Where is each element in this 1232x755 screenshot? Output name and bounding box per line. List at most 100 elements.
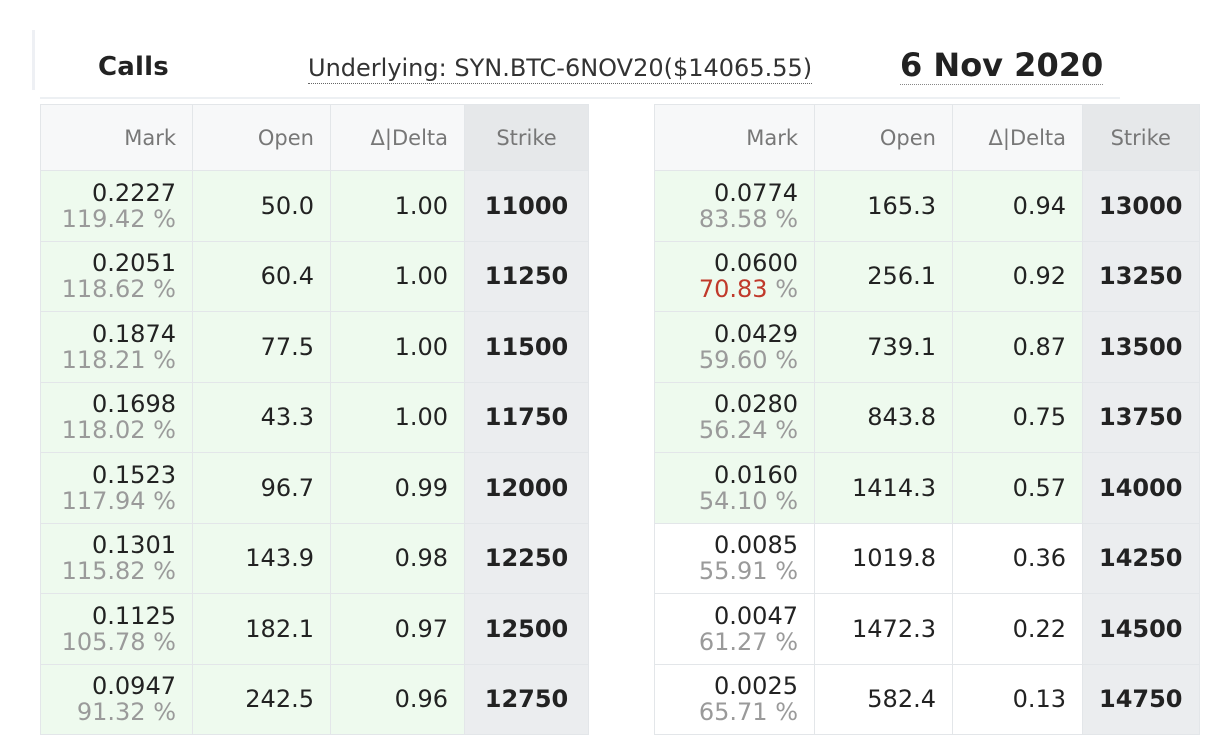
delta-cell[interactable]: 0.98 xyxy=(330,522,465,594)
mark-cell[interactable]: 0.0160 54.10 % xyxy=(654,452,815,524)
strike-cell[interactable]: 14500 xyxy=(1082,593,1200,665)
implied-volatility: 117.94 % xyxy=(61,486,176,515)
column-header-open[interactable]: Open xyxy=(814,104,953,171)
delta-cell[interactable]: 0.97 xyxy=(330,593,465,665)
delta-cell[interactable]: 0.96 xyxy=(330,663,465,735)
delta-cell[interactable]: 1.00 xyxy=(330,311,465,383)
mark-cell[interactable]: 0.0600 70.83 % xyxy=(654,240,815,312)
delta-cell[interactable]: 0.75 xyxy=(952,381,1083,453)
open-interest-cell[interactable]: 43.3 xyxy=(192,381,331,453)
open-interest-cell[interactable]: 582.4 xyxy=(814,663,953,735)
delta-cell[interactable]: 0.13 xyxy=(952,663,1083,735)
open-interest-cell[interactable]: 1414.3 xyxy=(814,452,953,524)
table-row[interactable]: 0.0947 91.32 % 242.5 0.96 12750 xyxy=(40,663,589,735)
mark-cell[interactable]: 0.0085 55.91 % xyxy=(654,522,815,594)
mark-cell[interactable]: 0.0280 56.24 % xyxy=(654,381,815,453)
table-row[interactable]: 0.0774 83.58 % 165.3 0.94 13000 xyxy=(654,170,1200,242)
open-interest-cell[interactable]: 50.0 xyxy=(192,170,331,242)
column-header-strike[interactable]: Strike xyxy=(1082,104,1200,171)
mark-price: 0.0025 xyxy=(714,672,798,701)
open-interest-cell[interactable]: 60.4 xyxy=(192,240,331,312)
mark-cell[interactable]: 0.1301 115.82 % xyxy=(40,522,193,594)
column-header-mark[interactable]: Mark xyxy=(654,104,815,171)
strike-cell[interactable]: 12000 xyxy=(464,452,589,524)
table-row[interactable]: 0.2227 119.42 % 50.0 1.00 11000 xyxy=(40,170,589,242)
delta-cell[interactable]: 0.92 xyxy=(952,240,1083,312)
table-row[interactable]: 0.0160 54.10 % 1414.3 0.57 14000 xyxy=(654,452,1200,524)
strike-cell[interactable]: 12500 xyxy=(464,593,589,665)
table-row[interactable]: 0.2051 118.62 % 60.4 1.00 11250 xyxy=(40,240,589,312)
strike-cell[interactable]: 12250 xyxy=(464,522,589,594)
strike-cell[interactable]: 11750 xyxy=(464,381,589,453)
open-interest-cell[interactable]: 143.9 xyxy=(192,522,331,594)
open-interest-cell[interactable]: 77.5 xyxy=(192,311,331,383)
mark-cell[interactable]: 0.1523 117.94 % xyxy=(40,452,193,524)
delta-cell[interactable]: 1.00 xyxy=(330,170,465,242)
column-header-mark[interactable]: Mark xyxy=(40,104,193,171)
mark-cell[interactable]: 0.0047 61.27 % xyxy=(654,593,815,665)
table-row[interactable]: 0.0600 70.83 % 256.1 0.92 13250 xyxy=(654,240,1200,312)
table-header-row: Mark Open Δ|Delta Strike xyxy=(654,104,1200,171)
table-row[interactable]: 0.0047 61.27 % 1472.3 0.22 14500 xyxy=(654,593,1200,665)
open-interest-cell[interactable]: 256.1 xyxy=(814,240,953,312)
strike-cell[interactable]: 13500 xyxy=(1082,311,1200,383)
table-row[interactable]: 0.1874 118.21 % 77.5 1.00 11500 xyxy=(40,311,589,383)
delta-cell[interactable]: 0.36 xyxy=(952,522,1083,594)
mark-cell[interactable]: 0.2227 119.42 % xyxy=(40,170,193,242)
column-header-delta[interactable]: Δ|Delta xyxy=(330,104,465,171)
strike-cell[interactable]: 11000 xyxy=(464,170,589,242)
strike-cell[interactable]: 13250 xyxy=(1082,240,1200,312)
open-interest-cell[interactable]: 96.7 xyxy=(192,452,331,524)
strike-cell[interactable]: 11500 xyxy=(464,311,589,383)
table-row[interactable]: 0.0025 65.71 % 582.4 0.13 14750 xyxy=(654,663,1200,735)
open-interest-cell[interactable]: 1472.3 xyxy=(814,593,953,665)
mark-cell[interactable]: 0.1874 118.21 % xyxy=(40,311,193,383)
delta-cell[interactable]: 0.87 xyxy=(952,311,1083,383)
table-row[interactable]: 0.0280 56.24 % 843.8 0.75 13750 xyxy=(654,381,1200,453)
table-row[interactable]: 0.1523 117.94 % 96.7 0.99 12000 xyxy=(40,452,589,524)
delta-cell[interactable]: 0.22 xyxy=(952,593,1083,665)
delta-cell[interactable]: 1.00 xyxy=(330,240,465,312)
delta-cell[interactable]: 0.99 xyxy=(330,452,465,524)
table-row[interactable]: 0.1698 118.02 % 43.3 1.00 11750 xyxy=(40,381,589,453)
table-row[interactable]: 0.1125 105.78 % 182.1 0.97 12500 xyxy=(40,593,589,665)
column-header-open[interactable]: Open xyxy=(192,104,331,171)
open-interest-cell[interactable]: 739.1 xyxy=(814,311,953,383)
strike-cell[interactable]: 14250 xyxy=(1082,522,1200,594)
delta-cell[interactable]: 0.57 xyxy=(952,452,1083,524)
open-interest-cell[interactable]: 242.5 xyxy=(192,663,331,735)
strike-cell[interactable]: 13000 xyxy=(1082,170,1200,242)
mark-cell[interactable]: 0.0774 83.58 % xyxy=(654,170,815,242)
table-row[interactable]: 0.0085 55.91 % 1019.8 0.36 14250 xyxy=(654,522,1200,594)
mark-cell[interactable]: 0.1125 105.78 % xyxy=(40,593,193,665)
strike-cell[interactable]: 13750 xyxy=(1082,381,1200,453)
implied-volatility: 91.32 % xyxy=(76,698,176,727)
mark-cell[interactable]: 0.2051 118.62 % xyxy=(40,240,193,312)
mark-cell[interactable]: 0.1698 118.02 % xyxy=(40,381,193,453)
strike-cell[interactable]: 14750 xyxy=(1082,663,1200,735)
open-interest-cell[interactable]: 843.8 xyxy=(814,381,953,453)
open-interest-cell[interactable]: 182.1 xyxy=(192,593,331,665)
strike-cell[interactable]: 11250 xyxy=(464,240,589,312)
strike-cell[interactable]: 14000 xyxy=(1082,452,1200,524)
expiry-date-link[interactable]: 6 Nov 2020 xyxy=(900,46,1104,85)
table-row[interactable]: 0.0429 59.60 % 739.1 0.87 13500 xyxy=(654,311,1200,383)
table-row[interactable]: 0.1301 115.82 % 143.9 0.98 12250 xyxy=(40,522,589,594)
underlying-link[interactable]: Underlying: SYN.BTC-6NOV20($14065.55) xyxy=(308,54,813,84)
implied-volatility: 59.60 % xyxy=(698,345,798,374)
mark-price: 0.2227 xyxy=(92,178,176,207)
mark-cell[interactable]: 0.0429 59.60 % xyxy=(654,311,815,383)
mark-price: 0.0280 xyxy=(714,390,798,419)
delta-cell[interactable]: 1.00 xyxy=(330,381,465,453)
open-interest-cell[interactable]: 1019.8 xyxy=(814,522,953,594)
column-header-delta[interactable]: Δ|Delta xyxy=(952,104,1083,171)
mark-cell[interactable]: 0.0025 65.71 % xyxy=(654,663,815,735)
implied-volatility: 105.78 % xyxy=(61,627,176,656)
mark-cell[interactable]: 0.0947 91.32 % xyxy=(40,663,193,735)
implied-volatility: 65.71 % xyxy=(698,698,798,727)
delta-cell[interactable]: 0.94 xyxy=(952,170,1083,242)
implied-volatility: 118.02 % xyxy=(61,416,176,445)
open-interest-cell[interactable]: 165.3 xyxy=(814,170,953,242)
column-header-strike[interactable]: Strike xyxy=(464,104,589,171)
strike-cell[interactable]: 12750 xyxy=(464,663,589,735)
